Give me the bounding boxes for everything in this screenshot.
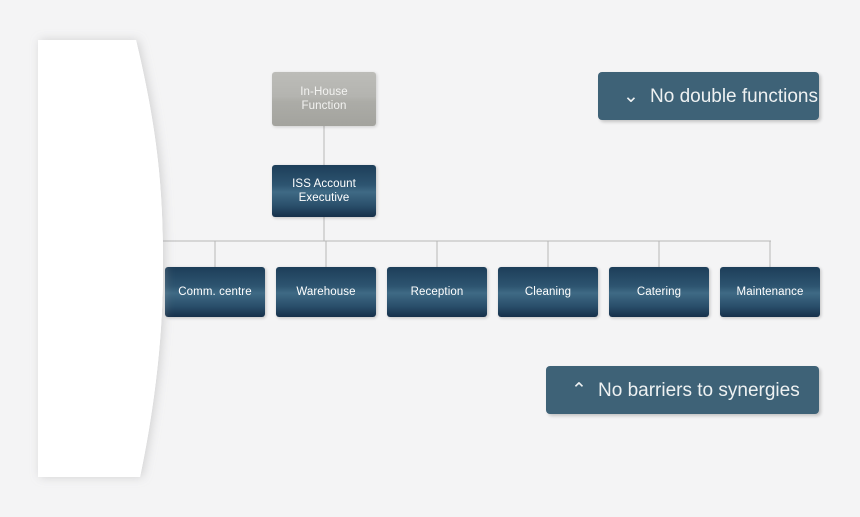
slide-transition-peel <box>38 40 163 477</box>
chevron-down-icon: ⌄ <box>623 85 639 107</box>
node-warehouse[interactable]: Warehouse <box>276 267 376 317</box>
node-reception[interactable]: Reception <box>387 267 487 317</box>
node-iss-account-executive-label: ISS Account Executive <box>292 177 356 204</box>
peel-page <box>38 40 163 477</box>
node-cleaning[interactable]: Cleaning <box>498 267 598 317</box>
node-catering-label: Catering <box>636 285 682 298</box>
node-catering[interactable]: Catering <box>609 267 709 317</box>
peel-shadow <box>38 40 163 477</box>
callout-no-double-functions-label: No double functions <box>650 85 818 107</box>
callout-no-barriers-to-synergies-label: No barriers to synergies <box>598 379 800 401</box>
node-in-house-function-label: In-House Function <box>300 85 348 112</box>
peel-edge-highlight <box>120 40 163 477</box>
node-maintenance[interactable]: Maintenance <box>720 267 820 317</box>
node-cleaning-label: Cleaning <box>524 285 572 298</box>
node-reception-label: Reception <box>410 285 464 298</box>
node-comm-centre-label: Comm. centre <box>178 285 252 298</box>
node-iss-account-executive[interactable]: ISS Account Executive <box>272 165 376 217</box>
node-maintenance-label: Maintenance <box>736 285 804 298</box>
callout-no-double-functions[interactable]: ⌄ No double functions <box>598 72 819 120</box>
callout-no-barriers-to-synergies[interactable]: ⌃ No barriers to synergies <box>546 366 819 414</box>
diagram-canvas: In-House Function ISS Account Executive … <box>0 0 860 517</box>
node-in-house-function[interactable]: In-House Function <box>272 72 376 126</box>
node-warehouse-label: Warehouse <box>296 285 356 298</box>
node-comm-centre[interactable]: Comm. centre <box>165 267 265 317</box>
chevron-up-icon: ⌃ <box>571 379 587 401</box>
